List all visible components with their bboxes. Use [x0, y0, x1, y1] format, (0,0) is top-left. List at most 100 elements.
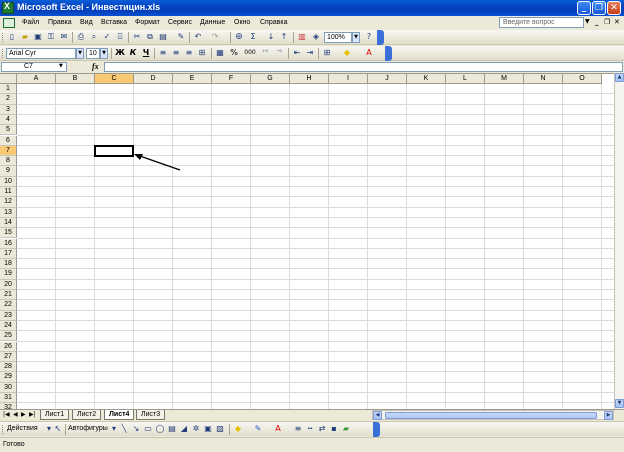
paste-icon[interactable]: ▤ [158, 32, 168, 42]
increase-indent-icon[interactable]: ⇥ [305, 48, 315, 58]
row-header[interactable]: 20 [0, 279, 17, 290]
font-color-icon[interactable]: A [364, 48, 374, 58]
print-icon[interactable]: ⎙ [76, 32, 86, 42]
undo-icon[interactable]: ↶ [193, 32, 203, 42]
scroll-up-icon[interactable]: ▲ [615, 73, 624, 82]
row-header[interactable]: 16 [0, 238, 17, 249]
row-header[interactable]: 11 [0, 187, 17, 198]
toolbar-options-icon[interactable] [377, 30, 384, 45]
horizontal-scroll-thumb[interactable] [385, 412, 597, 419]
column-header[interactable]: M [485, 74, 524, 84]
row-header[interactable]: 28 [0, 362, 17, 373]
font-size-dropdown-icon[interactable]: ▼ [100, 48, 108, 59]
row-header[interactable]: 9 [0, 166, 17, 177]
line-color-icon[interactable]: ✎ [253, 424, 263, 434]
merge-center-icon[interactable]: ⊞ [197, 48, 207, 58]
column-header[interactable]: D [134, 74, 173, 84]
row-header[interactable]: 21 [0, 290, 17, 301]
sort-ascending-icon[interactable]: ↓ [266, 32, 276, 42]
column-header[interactable]: N [524, 74, 563, 84]
font-size-select[interactable]: 10 [86, 48, 100, 59]
chart-wizard-icon[interactable]: ▥ [297, 32, 307, 42]
row-header[interactable]: 31 [0, 393, 17, 404]
column-header[interactable]: L [446, 74, 485, 84]
cut-icon[interactable]: ✂ [132, 32, 142, 42]
drawing-icon[interactable]: ◈ [311, 32, 321, 42]
line-style-icon[interactable]: ≡ [293, 424, 303, 434]
row-header[interactable]: 4 [0, 114, 17, 126]
ask-question-input[interactable]: Введите вопрос [499, 17, 584, 28]
restore-button[interactable]: ❐ [592, 1, 606, 15]
last-sheet-icon[interactable]: ▶| [29, 411, 36, 418]
row-header[interactable]: 5 [0, 125, 17, 136]
zoom-dropdown-icon[interactable]: ▼ [352, 32, 360, 43]
menu-insert[interactable]: Вставка [101, 19, 127, 26]
font-name-dropdown-icon[interactable]: ▼ [76, 48, 84, 59]
help-icon[interactable]: ? [364, 32, 374, 42]
align-left-icon[interactable]: ≡ [158, 48, 168, 58]
menu-edit[interactable]: Правка [48, 19, 72, 26]
row-header[interactable]: 14 [0, 217, 17, 229]
toolbar-grip[interactable] [2, 33, 4, 42]
autosum-icon[interactable]: Σ [248, 32, 258, 42]
doc-restore-button[interactable]: ❐ [604, 18, 610, 26]
menu-data[interactable]: Данные [200, 19, 225, 26]
row-header[interactable]: 1 [0, 84, 17, 95]
menu-view[interactable]: Вид [80, 19, 93, 26]
row-header[interactable]: 29 [0, 372, 17, 383]
formula-input[interactable] [104, 62, 623, 72]
column-header[interactable]: O [563, 74, 602, 84]
row-header[interactable]: 30 [0, 382, 17, 393]
column-header[interactable]: J [368, 74, 407, 84]
row-header[interactable]: 2 [0, 94, 17, 105]
column-header[interactable]: I [329, 74, 368, 84]
align-right-icon[interactable]: ≡ [184, 48, 194, 58]
zoom-select[interactable]: 100% [324, 32, 352, 43]
row-header[interactable]: 18 [0, 259, 17, 270]
horizontal-scrollbar[interactable]: ◀ ▶ [372, 410, 614, 420]
menu-format[interactable]: Формат [135, 19, 160, 26]
select-all-button[interactable] [0, 74, 17, 84]
fill-color-icon[interactable]: ◆ [342, 48, 352, 58]
currency-icon[interactable]: ▦ [215, 48, 225, 58]
autoshapes-dropdown-icon[interactable]: ▾ [109, 424, 119, 434]
sheet-tab-2[interactable]: Лист2 [72, 410, 102, 420]
column-header[interactable]: H [290, 74, 329, 84]
column-header[interactable]: A [17, 74, 56, 84]
scroll-left-icon[interactable]: ◀ [373, 411, 382, 420]
row-header[interactable]: 3 [0, 104, 17, 115]
diagram-icon[interactable]: ✲ [191, 424, 201, 434]
row-header[interactable]: 17 [0, 248, 17, 260]
percent-button[interactable]: % [229, 48, 239, 58]
rectangle-icon[interactable]: ▭ [143, 424, 153, 434]
row-header[interactable]: 27 [0, 351, 17, 363]
sort-descending-icon[interactable]: ↑ [279, 32, 289, 42]
scroll-right-icon[interactable]: ▶ [604, 411, 613, 420]
copy-icon[interactable]: ⧉ [145, 32, 155, 42]
row-header[interactable]: 8 [0, 156, 17, 167]
open-icon[interactable]: ▰ [20, 32, 30, 42]
select-objects-icon[interactable]: ↖ [53, 424, 63, 434]
textbox-icon[interactable]: ▤ [167, 424, 177, 434]
row-header[interactable]: 15 [0, 228, 17, 239]
row-header[interactable]: 26 [0, 341, 17, 352]
row-header[interactable]: 22 [0, 300, 17, 311]
save-icon[interactable]: ▣ [33, 32, 43, 42]
format-painter-icon[interactable]: ✎ [176, 32, 186, 42]
column-header[interactable]: C [95, 74, 134, 84]
row-header[interactable]: 25 [0, 331, 17, 342]
name-box-dropdown-icon[interactable]: ▼ [59, 63, 63, 69]
actions-menu[interactable]: Действия [7, 425, 38, 432]
new-icon[interactable]: ▯ [7, 32, 17, 42]
borders-icon[interactable]: ⊞ [322, 48, 332, 58]
column-header[interactable]: E [173, 74, 212, 84]
doc-minimize-button[interactable]: _ [595, 18, 599, 26]
permission-icon[interactable]: ⚿ [46, 32, 56, 42]
ask-dropdown-icon[interactable]: ▼ [585, 18, 590, 25]
vertical-scrollbar[interactable]: ▲ ▼ [614, 73, 624, 409]
bold-button[interactable]: Ж [115, 48, 125, 58]
autoshapes-menu[interactable]: Автофигуры [68, 425, 108, 432]
font-color-icon[interactable]: A [273, 424, 283, 434]
clipart-icon[interactable]: ▣ [203, 424, 213, 434]
toolbar-options-icon[interactable] [373, 422, 380, 437]
